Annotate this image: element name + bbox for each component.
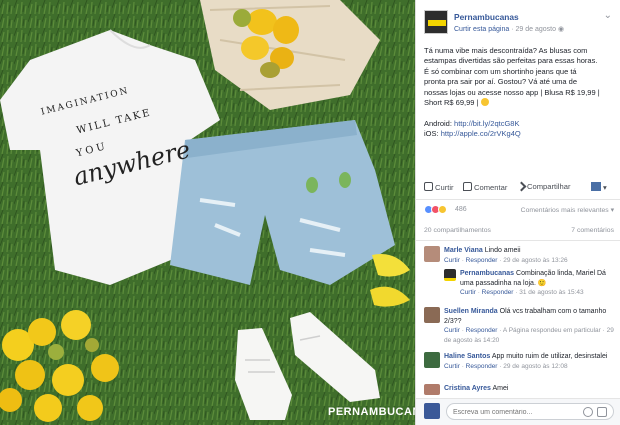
- reply-body: Pernambucanas Combinação linda, Mariel D…: [460, 269, 615, 298]
- tshirt-word-4: anywhere: [70, 135, 194, 192]
- comment-input[interactable]: [453, 406, 573, 418]
- comment-count[interactable]: 7 comentários: [571, 227, 614, 234]
- reactions-row[interactable]: 486 Comentários mais relevantes ▾: [424, 205, 614, 217]
- reply-item: Pernambucanas Combinação linda, Mariel D…: [444, 269, 616, 301]
- comment-text: App muito ruim de utilizar, desinstalei: [491, 353, 608, 360]
- page-name-link[interactable]: Pernambucanas: [454, 12, 519, 22]
- post-line: nossas lojas ou acesse nosso app | Blusa…: [424, 87, 600, 97]
- comment-reply-link[interactable]: Responder: [466, 363, 498, 370]
- app-links: Android: http://bit.ly/2qtcG8K iOS: http…: [424, 119, 616, 140]
- comment-list: Marle Viana Lindo ameii Curtir · Respond…: [416, 240, 620, 398]
- comment-body: Suellen Miranda Olá vcs trabalham com o …: [444, 307, 614, 345]
- comment-item: Suellen Miranda Olá vcs trabalham com o …: [424, 307, 614, 349]
- page-avatar-logo-bar: [428, 20, 446, 26]
- avatar[interactable]: [424, 384, 440, 395]
- wow-reaction-icon: [438, 205, 447, 214]
- android-row: Android: http://bit.ly/2qtcG8K: [424, 119, 616, 129]
- share-button[interactable]: Compartilhar: [516, 181, 571, 192]
- comment-sort-dropdown[interactable]: Comentários mais relevantes ▾: [521, 206, 614, 214]
- commenter-name[interactable]: Pernambucanas: [460, 270, 514, 277]
- comment-text: Amei: [492, 385, 509, 392]
- android-link[interactable]: http://bit.ly/2qtcG8K: [454, 119, 519, 128]
- post-date[interactable]: 29 de agosto: [516, 26, 556, 33]
- comment-like-link[interactable]: Curtir: [444, 363, 460, 370]
- comment-like-link[interactable]: Curtir: [460, 289, 476, 296]
- commenter-name[interactable]: Suellen Miranda: [444, 308, 498, 315]
- comment-item: Cristina Ayres Amei: [424, 384, 614, 398]
- like-page-link[interactable]: Curtir esta página: [454, 26, 509, 33]
- post-sidebar: Pernambucanas Curtir esta página · 29 de…: [415, 0, 620, 425]
- share-count[interactable]: 20 compartilhamentos: [424, 227, 491, 234]
- comment-reply-link[interactable]: Responder: [466, 327, 498, 334]
- commenter-name[interactable]: Cristina Ayres: [444, 385, 491, 392]
- comment-like-link[interactable]: Curtir: [444, 257, 460, 264]
- dropdown-caret-icon: ▾: [603, 183, 607, 192]
- post-subline: Curtir esta página · 29 de agosto ◉: [454, 25, 564, 33]
- ios-link[interactable]: http://apple.co/2rVKg4Q: [441, 129, 521, 138]
- post-line: estampas divertidas são perfeitas para e…: [424, 56, 598, 66]
- smile-emoji-icon: [480, 98, 489, 107]
- brand-watermark: PERNAMBUCANAS: [328, 406, 415, 418]
- tshirt-word-2: WILL TAKE: [75, 107, 153, 137]
- commenter-name[interactable]: Marle Viana: [444, 247, 483, 254]
- comment-body: Cristina Ayres Amei: [444, 384, 614, 394]
- thumbs-up-icon: [424, 182, 433, 191]
- comment-label: Comentar: [474, 183, 508, 192]
- comment-reply-link[interactable]: Responder: [466, 257, 498, 264]
- comment-text: Lindo ameii: [484, 247, 521, 254]
- more-options-icon[interactable]: ⌄: [604, 10, 612, 21]
- post-line-last: Short R$ 69,99 |: [424, 98, 616, 108]
- ios-row: iOS: http://apple.co/2rVKg4Q: [424, 129, 616, 139]
- post-message: Tá numa vibe mais descontraída? As blusa…: [424, 46, 616, 108]
- comment-reply-link[interactable]: Responder: [482, 289, 514, 296]
- comment-date[interactable]: 31 de agosto às 15:43: [519, 289, 583, 296]
- comment-like-link[interactable]: Curtir: [444, 327, 460, 334]
- android-label: Android:: [424, 119, 452, 128]
- comment-meta: Curtir · Responder · 29 de agosto às 13:…: [444, 256, 568, 264]
- comment-body: Haline Santos App muito ruim de utilizar…: [444, 352, 614, 371]
- comment-item: Haline Santos App muito ruim de utilizar…: [424, 352, 614, 382]
- reaction-count: 486: [455, 206, 467, 213]
- comment-date[interactable]: 29 de agosto às 13:26: [503, 257, 567, 264]
- emoji-icon[interactable]: [583, 407, 593, 417]
- avatar[interactable]: [444, 269, 456, 281]
- profile-thumb-icon: [591, 182, 601, 191]
- comment-icon: [463, 182, 472, 191]
- share-icon: [516, 181, 527, 192]
- post-header: Pernambucanas Curtir esta página · 29 de…: [424, 10, 614, 38]
- comment-sort-label: Comentários mais relevantes: [520, 207, 609, 214]
- post-photo[interactable]: IMAGINATION WILL TAKE YOU anywhere PERNA…: [0, 0, 415, 425]
- camera-icon[interactable]: [597, 407, 607, 417]
- like-label: Curtir: [435, 183, 454, 192]
- commenter-name[interactable]: Haline Santos: [444, 353, 490, 360]
- avatar[interactable]: [424, 352, 440, 368]
- comment-date[interactable]: 29 de agosto às 12:08: [503, 363, 567, 370]
- current-user-avatar: [424, 403, 440, 419]
- like-button[interactable]: Curtir: [424, 182, 454, 192]
- write-comment-bar: [416, 398, 620, 425]
- page-avatar[interactable]: [424, 10, 448, 34]
- facebook-post-viewer: IMAGINATION WILL TAKE YOU anywhere PERNA…: [0, 0, 620, 425]
- post-line: Short R$ 69,99 |: [424, 98, 479, 108]
- post-line: É só combinar com um shortinho jeans que…: [424, 66, 577, 76]
- avatar[interactable]: [424, 307, 440, 323]
- comment-input-box[interactable]: [446, 403, 614, 420]
- globe-icon: ◉: [557, 26, 565, 33]
- comment-meta: Curtir · Responder · A Página respondeu …: [444, 327, 614, 344]
- avatar[interactable]: [424, 246, 440, 262]
- comment-meta: Curtir · Responder · 31 de agosto às 15:…: [460, 289, 584, 297]
- share-label: Compartilhar: [527, 182, 571, 191]
- post-actions: Curtir Comentar Compartilhar ▾: [416, 178, 620, 200]
- share-count-row: 20 compartilhamentos 7 comentários: [424, 227, 614, 237]
- comment-button[interactable]: Comentar: [463, 182, 507, 192]
- comment-meta: Curtir · Responder · 29 de agosto às 12:…: [444, 362, 568, 370]
- post-line: pronta pra sair por aí. Gostou? Vá até u…: [424, 77, 578, 87]
- ios-label: iOS:: [424, 129, 439, 139]
- comment-body: Marle Viana Lindo ameii Curtir · Respond…: [444, 246, 614, 265]
- private-reply-note: A Página respondeu em particular: [502, 327, 601, 335]
- audience-selector[interactable]: ▾: [591, 182, 607, 192]
- post-line: Tá numa vibe mais descontraída? As blusa…: [424, 46, 588, 55]
